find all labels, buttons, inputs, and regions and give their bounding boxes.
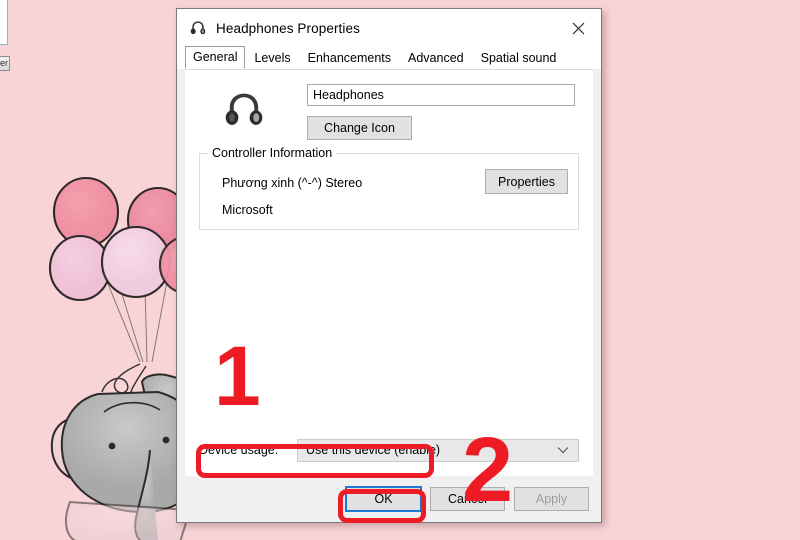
- controller-information-group: Controller Information Phương xinh (^-^)…: [199, 146, 579, 230]
- device-usage-value: Use this device (enable): [306, 443, 441, 457]
- tab-levels[interactable]: Levels: [246, 47, 299, 69]
- device-name-input[interactable]: [307, 84, 575, 106]
- tab-enhancements[interactable]: Enhancements: [299, 47, 400, 69]
- background-window-fragment[interactable]: [0, 0, 8, 45]
- tab-general[interactable]: General: [185, 46, 246, 69]
- apply-button: Apply: [514, 487, 589, 511]
- tab-advanced[interactable]: Advanced: [400, 47, 472, 69]
- device-usage-select[interactable]: Use this device (enable): [297, 438, 579, 462]
- general-tab-panel: Change Icon Controller Information Phươn…: [185, 69, 593, 476]
- cancel-button[interactable]: Cancel: [430, 487, 505, 511]
- dialog-title: Headphones Properties: [216, 20, 360, 36]
- close-button[interactable]: [556, 9, 601, 47]
- device-usage-row: Device usage: Use this device (enable): [199, 438, 579, 462]
- controller-information-label: Controller Information: [208, 146, 337, 160]
- headphones-properties-dialog: Headphones Properties General Levels Enh…: [176, 8, 602, 523]
- dialog-titlebar[interactable]: Headphones Properties: [177, 9, 601, 47]
- tab-spatial-sound[interactable]: Spatial sound: [472, 47, 565, 69]
- close-icon: [572, 22, 585, 34]
- controller-properties-button[interactable]: Properties: [485, 169, 568, 194]
- headphones-icon: [190, 21, 206, 35]
- chevron-down-icon: [557, 447, 569, 454]
- ok-button[interactable]: OK: [345, 486, 422, 512]
- controller-vendor: Microsoft: [222, 203, 273, 217]
- headphones-icon: [225, 93, 263, 125]
- change-icon-button[interactable]: Change Icon: [307, 116, 412, 140]
- background-tile-fragment[interactable]: er: [0, 56, 10, 71]
- controller-name: Phương xinh (^-^) Stereo: [222, 176, 363, 190]
- device-identity-row: Change Icon: [199, 84, 579, 140]
- dialog-footer: OK Cancel Apply: [177, 476, 601, 522]
- tab-bar[interactable]: General Levels Enhancements Advanced Spa…: [177, 46, 601, 69]
- device-usage-label: Device usage:: [199, 443, 279, 457]
